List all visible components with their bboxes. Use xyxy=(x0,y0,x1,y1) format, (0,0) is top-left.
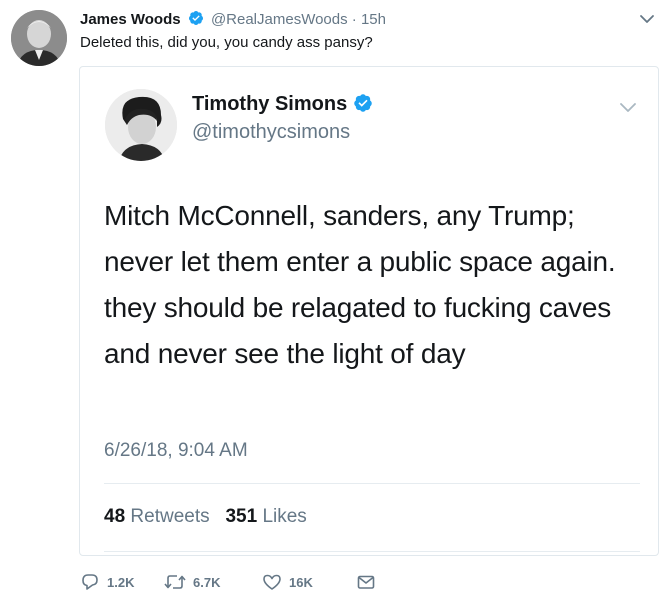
divider xyxy=(104,551,640,552)
like-button[interactable]: 16K xyxy=(262,570,313,594)
quoted-author-name[interactable]: Timothy Simons xyxy=(192,93,347,115)
quoted-tweet-date[interactable]: 6/26/18, 9:04 AM xyxy=(104,439,248,463)
author-name[interactable]: James Woods xyxy=(80,11,181,28)
tweet-text: Deleted this, did you, you candy ass pan… xyxy=(80,34,373,51)
like-icon xyxy=(263,574,281,590)
retweet-icon xyxy=(164,575,186,589)
chevron-down-icon[interactable] xyxy=(618,97,638,122)
chevron-down-icon[interactable] xyxy=(638,10,656,33)
retweets-label[interactable]: Retweets xyxy=(130,506,209,527)
verified-badge-icon xyxy=(188,10,204,32)
reply-icon xyxy=(82,574,98,590)
reply-button[interactable]: 1.2K xyxy=(80,570,134,594)
likes-label[interactable]: Likes xyxy=(262,506,306,527)
tweet-header: James Woods @RealJamesWoods · 15h xyxy=(80,10,386,32)
retweets-count[interactable]: 48 xyxy=(104,506,125,527)
reply-count: 1.2K xyxy=(107,574,135,590)
engagement-stats: 48 Retweets 351 Likes xyxy=(104,505,307,529)
quoted-tweet-text: Mitch McConnell, sanders, any Trump; nev… xyxy=(104,200,616,369)
divider xyxy=(104,483,640,484)
direct-message-icon xyxy=(357,575,375,589)
author-avatar[interactable] xyxy=(11,10,67,66)
separator-dot: · xyxy=(351,11,357,28)
quoted-author-handle[interactable]: @timothycsimons xyxy=(192,119,350,145)
quoted-author-avatar[interactable] xyxy=(105,89,177,161)
quoted-tweet-card[interactable]: Timothy Simons @timothycsimons Mitch McC… xyxy=(79,66,659,556)
likes-count[interactable]: 351 xyxy=(225,506,257,527)
tweet-time[interactable]: 15h xyxy=(361,11,386,28)
author-handle[interactable]: @RealJamesWoods xyxy=(211,11,348,28)
retweet-button[interactable]: 6.7K xyxy=(164,570,220,594)
direct-message-button[interactable] xyxy=(356,570,376,594)
like-count: 16K xyxy=(289,574,313,590)
quoted-author-name-row[interactable]: Timothy Simons xyxy=(192,91,376,120)
retweet-count: 6.7K xyxy=(193,574,221,590)
verified-badge-icon xyxy=(353,93,373,120)
